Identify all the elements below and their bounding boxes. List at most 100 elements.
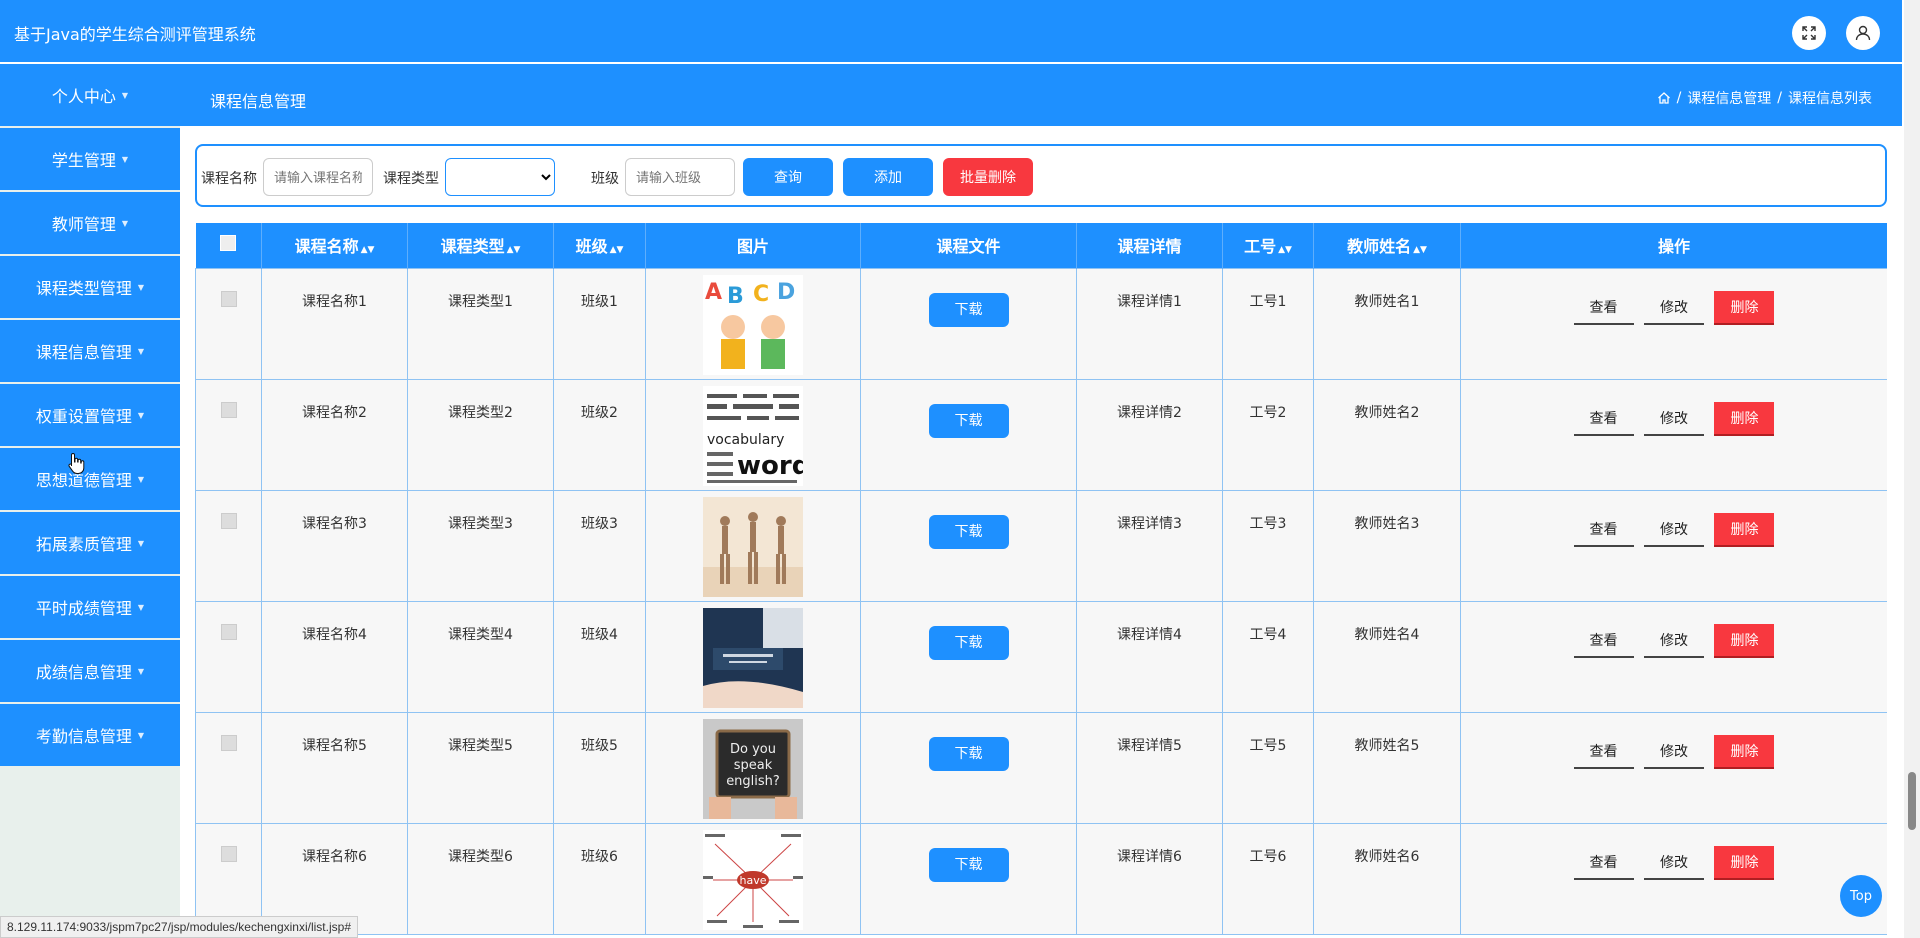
- cell-emp-no: 工号4: [1222, 600, 1314, 713]
- caret-down-icon: ▼: [121, 90, 129, 100]
- course-type-label: 课程类型: [383, 171, 439, 187]
- sidebar-item-regular-grades[interactable]: 平时成绩管理 ▼: [0, 576, 180, 638]
- view-button[interactable]: 查看: [1573, 845, 1634, 880]
- caret-down-icon: ▼: [137, 602, 145, 612]
- edit-button[interactable]: 修改: [1644, 401, 1704, 436]
- edit-button[interactable]: 修改: [1644, 290, 1704, 325]
- sidebar-item-attendance[interactable]: 考勤信息管理 ▼: [0, 704, 180, 766]
- add-button[interactable]: 添加: [843, 158, 933, 196]
- download-button[interactable]: 下载: [928, 736, 1009, 771]
- back-to-top-button[interactable]: Top: [1840, 875, 1882, 917]
- cell-detail: 课程详情4: [1076, 600, 1223, 713]
- sort-icon: ▲▼: [360, 245, 375, 256]
- row-checkbox[interactable]: [220, 845, 237, 862]
- view-button[interactable]: 查看: [1573, 512, 1634, 547]
- cell-name: 课程名称5: [261, 711, 408, 824]
- course-thumbnail[interactable]: Do you speak english?: [703, 718, 803, 819]
- course-thumbnail[interactable]: have: [703, 829, 803, 930]
- table-row: 课程名称1 课程类型1 班级1 A B C D 下载 课程详情1 工号1 教师姓…: [195, 267, 1887, 380]
- sidebar-item-morality[interactable]: 思想道德管理 ▼: [0, 448, 180, 510]
- sidebar-item-course-types[interactable]: 课程类型管理 ▼: [0, 256, 180, 318]
- select-all-checkbox[interactable]: [220, 235, 237, 252]
- cell-name: 课程名称3: [261, 489, 408, 602]
- cell-class: 班级5: [553, 711, 646, 824]
- delete-button[interactable]: 删除: [1714, 623, 1775, 658]
- delete-button[interactable]: 删除: [1714, 401, 1775, 436]
- column-header-emp-no[interactable]: 工号 ▲▼: [1222, 223, 1314, 268]
- view-button[interactable]: 查看: [1573, 623, 1634, 658]
- delete-button[interactable]: 删除: [1714, 512, 1775, 547]
- sort-icon: ▲▼: [1278, 245, 1292, 256]
- home-icon[interactable]: [1657, 91, 1671, 105]
- edit-button[interactable]: 修改: [1644, 623, 1704, 658]
- caret-down-icon: ▼: [121, 218, 129, 228]
- sidebar-item-weight-settings[interactable]: 权重设置管理 ▼: [0, 384, 180, 446]
- sidebar-item-teachers[interactable]: 教师管理 ▼: [0, 192, 180, 254]
- svg-text:A: A: [705, 280, 722, 305]
- select-all-header: [195, 223, 262, 268]
- download-button[interactable]: 下载: [928, 514, 1009, 549]
- view-button[interactable]: 查看: [1573, 401, 1634, 436]
- row-checkbox[interactable]: [220, 401, 237, 418]
- course-type-select[interactable]: [445, 158, 555, 196]
- cell-detail: 课程详情2: [1076, 378, 1223, 491]
- sidebar-item-label: 成绩信息管理: [35, 663, 132, 682]
- column-header-class[interactable]: 班级 ▲▼: [553, 223, 646, 268]
- cell-actions: 查看 修改 删除: [1460, 600, 1887, 713]
- page-title: 课程信息管理: [210, 92, 307, 111]
- sidebar-item-personal-center[interactable]: 个人中心 ▼: [0, 64, 180, 126]
- course-name-input[interactable]: [263, 158, 373, 196]
- view-button[interactable]: 查看: [1573, 734, 1634, 769]
- column-header-teacher[interactable]: 教师姓名 ▲▼: [1313, 223, 1461, 268]
- column-header-detail: 课程详情: [1076, 223, 1223, 268]
- row-checkbox[interactable]: [220, 512, 237, 529]
- query-button[interactable]: 查询: [743, 158, 833, 196]
- edit-button[interactable]: 修改: [1644, 845, 1704, 880]
- cell-class: 班级6: [553, 822, 646, 935]
- scrollbar-thumb[interactable]: [1908, 772, 1916, 830]
- breadcrumb-item-course-info[interactable]: 课程信息管理: [1687, 88, 1771, 108]
- view-button[interactable]: 查看: [1573, 290, 1634, 325]
- course-thumbnail[interactable]: A B C D: [703, 274, 803, 375]
- column-header-image: 图片: [645, 223, 861, 268]
- sidebar-item-course-info[interactable]: 课程信息管理 ▼: [0, 320, 180, 382]
- batch-delete-button[interactable]: 批量删除: [943, 158, 1033, 196]
- sidebar-item-label: 个人中心: [51, 87, 116, 106]
- delete-button[interactable]: 删除: [1714, 290, 1775, 325]
- download-button[interactable]: 下载: [928, 292, 1009, 327]
- sidebar-item-label: 学生管理: [51, 151, 116, 170]
- status-bar-url: 8.129.11.174:9033/jspm7pc27/jsp/modules/…: [0, 916, 358, 938]
- page-scrollbar[interactable]: [1904, 0, 1920, 938]
- fullscreen-button[interactable]: [1792, 16, 1826, 50]
- download-button[interactable]: 下载: [928, 403, 1009, 438]
- course-thumbnail[interactable]: [703, 607, 803, 708]
- svg-text:speak: speak: [734, 758, 773, 773]
- row-checkbox[interactable]: [220, 734, 237, 751]
- column-header-type[interactable]: 课程类型 ▲▼: [407, 223, 554, 268]
- edit-button[interactable]: 修改: [1644, 734, 1704, 769]
- edit-button[interactable]: 修改: [1644, 512, 1704, 547]
- delete-button[interactable]: 删除: [1714, 734, 1775, 769]
- sidebar-item-label: 考勤信息管理: [35, 727, 132, 746]
- sidebar-item-extended-quality[interactable]: 拓展素质管理 ▼: [0, 512, 180, 574]
- sidebar-item-students[interactable]: 学生管理 ▼: [0, 128, 180, 190]
- row-checkbox[interactable]: [220, 290, 237, 307]
- download-button[interactable]: 下载: [928, 625, 1009, 660]
- cell-emp-no: 工号1: [1222, 267, 1314, 380]
- delete-button[interactable]: 删除: [1714, 845, 1775, 880]
- class-input[interactable]: [625, 158, 735, 196]
- svg-text:B: B: [727, 284, 744, 309]
- row-checkbox[interactable]: [220, 623, 237, 640]
- sort-icon: ▲▼: [1413, 245, 1427, 256]
- user-menu-button[interactable]: [1846, 16, 1880, 50]
- download-button[interactable]: 下载: [928, 847, 1009, 882]
- course-thumbnail[interactable]: [703, 496, 803, 597]
- cell-detail: 课程详情1: [1076, 267, 1223, 380]
- sort-icon: ▲▼: [506, 245, 521, 256]
- caret-down-icon: ▼: [137, 474, 145, 484]
- sidebar-item-grade-info[interactable]: 成绩信息管理 ▼: [0, 640, 180, 702]
- table-header-row: 课程名称 ▲▼ 课程类型 ▲▼ 班级 ▲▼ 图片 课程文件 课程详情 工号 ▲▼ 教师姓…: [195, 223, 1887, 268]
- cell-emp-no: 工号5: [1222, 711, 1314, 824]
- course-thumbnail[interactable]: vocabulary words: [703, 385, 803, 486]
- column-header-name[interactable]: 课程名称 ▲▼: [261, 223, 408, 268]
